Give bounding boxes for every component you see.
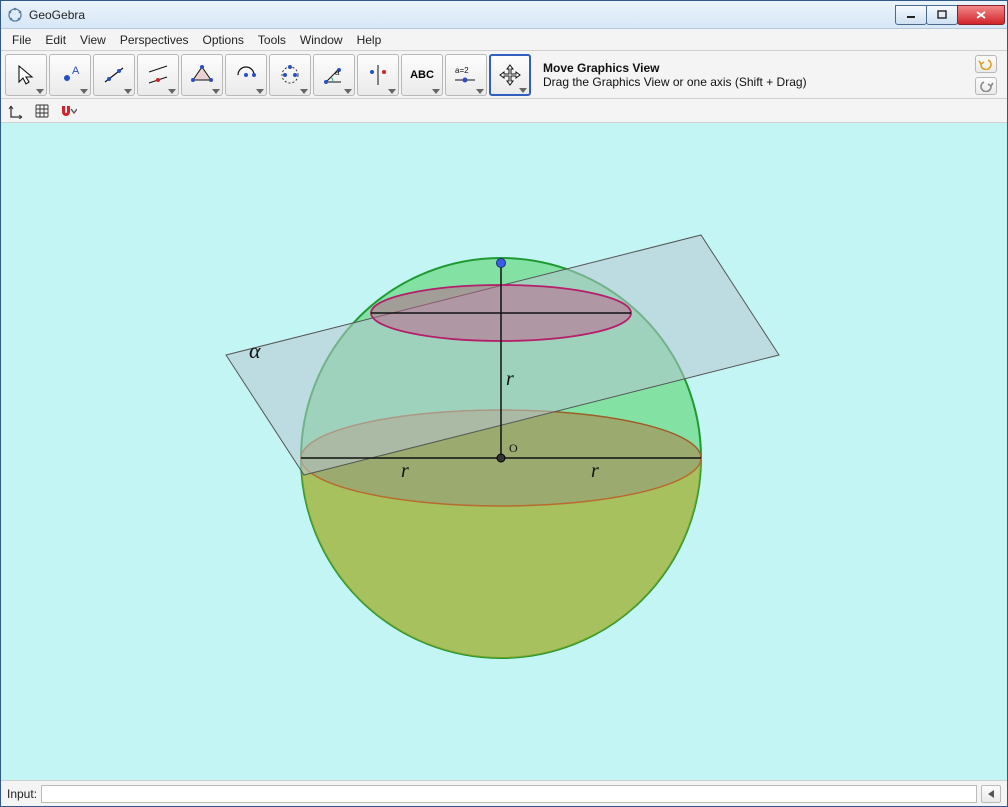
- svg-text:a=2: a=2: [455, 66, 469, 75]
- titlebar: GeoGebra: [1, 1, 1007, 29]
- label-r-top: r: [506, 368, 514, 391]
- axes-toggle[interactable]: [7, 102, 25, 120]
- label-r-right: r: [591, 460, 599, 483]
- cursor-icon: [13, 62, 39, 88]
- menu-view[interactable]: View: [73, 31, 113, 49]
- input-help-button[interactable]: [981, 785, 1001, 803]
- point-icon: A: [57, 62, 83, 88]
- line-icon: [101, 62, 127, 88]
- circle-icon: [233, 62, 259, 88]
- move-view-icon: [497, 62, 523, 88]
- perpendicular-icon: [145, 62, 171, 88]
- toolbar-right: [975, 55, 1003, 95]
- slider-icon: a=2: [451, 62, 481, 88]
- tool-text[interactable]: ABC: [401, 54, 443, 96]
- tool-slider[interactable]: a=2: [445, 54, 487, 96]
- axes-icon: [8, 103, 24, 119]
- tool-circle[interactable]: [225, 54, 267, 96]
- minimize-button[interactable]: [895, 5, 927, 25]
- diagram-svg: [1, 123, 1007, 763]
- app-window: GeoGebra File Edit View Perspectives Opt…: [0, 0, 1008, 807]
- reflect-icon: [365, 62, 391, 88]
- tool-point[interactable]: A: [49, 54, 91, 96]
- tool-perpendicular[interactable]: [137, 54, 179, 96]
- menu-tools[interactable]: Tools: [251, 31, 293, 49]
- tool-reflect[interactable]: [357, 54, 399, 96]
- app-icon: [7, 7, 23, 23]
- menubar: File Edit View Perspectives Options Tool…: [1, 29, 1007, 51]
- main-toolbar: A a ABC: [1, 51, 1007, 99]
- menu-help[interactable]: Help: [350, 31, 389, 49]
- label-origin: O: [509, 441, 518, 456]
- menu-edit[interactable]: Edit: [38, 31, 73, 49]
- menu-perspectives[interactable]: Perspectives: [113, 31, 196, 49]
- label-alpha: α: [249, 338, 261, 364]
- undo-button[interactable]: [975, 55, 997, 73]
- menu-options[interactable]: Options: [196, 31, 251, 49]
- polygon-icon: [189, 62, 215, 88]
- redo-button[interactable]: [975, 77, 997, 95]
- maximize-button[interactable]: [926, 5, 958, 25]
- tool-angle[interactable]: a: [313, 54, 355, 96]
- tool-ellipse[interactable]: [269, 54, 311, 96]
- snap-toggle[interactable]: [59, 102, 77, 120]
- label-r-left: r: [401, 460, 409, 483]
- play-left-icon: [985, 788, 997, 800]
- angle-icon: a: [321, 62, 347, 88]
- graphics-view[interactable]: α r r r O: [1, 123, 1007, 780]
- undo-icon: [978, 58, 994, 70]
- magnet-icon: [59, 104, 70, 118]
- window-title: GeoGebra: [29, 8, 85, 22]
- grid-icon: [34, 103, 50, 119]
- svg-text:a: a: [335, 68, 340, 77]
- close-button[interactable]: [957, 5, 1005, 25]
- svg-text:A: A: [72, 65, 80, 77]
- tool-description: Move Graphics View Drag the Graphics Vie…: [543, 61, 973, 89]
- redo-icon: [978, 80, 994, 92]
- tool-line[interactable]: [93, 54, 135, 96]
- chevron-down-icon: [70, 104, 77, 118]
- menu-file[interactable]: File: [5, 31, 38, 49]
- input-bar: Input:: [1, 780, 1007, 806]
- command-input[interactable]: [41, 785, 977, 803]
- window-controls: [896, 5, 1005, 25]
- menu-window[interactable]: Window: [293, 31, 350, 49]
- tool-desc-title: Move Graphics View: [543, 61, 973, 75]
- input-label: Input:: [7, 787, 37, 801]
- tool-move[interactable]: [5, 54, 47, 96]
- grid-toggle[interactable]: [33, 102, 51, 120]
- tool-polygon[interactable]: [181, 54, 223, 96]
- graphics-toolbar: [1, 99, 1007, 123]
- ellipse-icon: [277, 62, 303, 88]
- text-icon: ABC: [410, 69, 434, 81]
- tool-move-view[interactable]: [489, 54, 531, 96]
- tool-desc-hint: Drag the Graphics View or one axis (Shif…: [543, 75, 973, 89]
